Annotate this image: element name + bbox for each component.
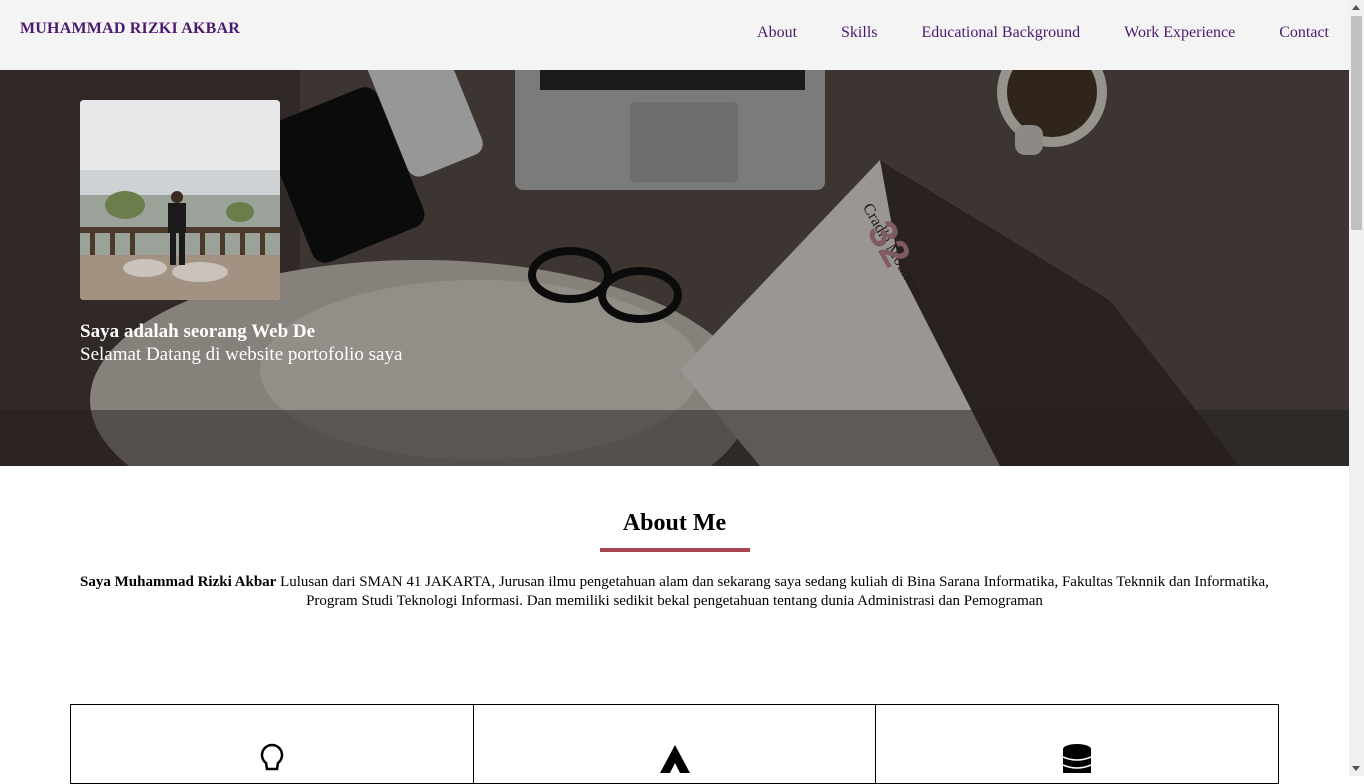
navbar: MUHAMMAD RIZKI AKBAR About Skills Educat…: [0, 0, 1349, 70]
skill-card: [472, 704, 876, 784]
triangle-logo-icon: [658, 743, 692, 777]
nav-link-skills[interactable]: Skills: [841, 24, 877, 42]
skills-cards: [70, 704, 1280, 784]
database-icon: [1062, 743, 1092, 777]
skill-card: [875, 704, 1280, 784]
profile-photo: [80, 100, 280, 300]
page-scrollbar[interactable]: [1349, 0, 1364, 776]
about-heading-underline: [600, 548, 750, 552]
nav-link-work-experience[interactable]: Work Experience: [1124, 24, 1235, 42]
brand-logo[interactable]: MUHAMMAD RIZKI AKBAR: [20, 20, 240, 38]
hero-title: Saya adalah seorang Web De: [80, 321, 316, 342]
skill-card: [70, 704, 473, 784]
about-heading: About Me: [622, 510, 727, 536]
lightbulb-icon: [259, 743, 285, 777]
nav-link-contact[interactable]: Contact: [1279, 24, 1329, 42]
scroll-down-arrow-icon[interactable]: [1352, 766, 1360, 771]
about-body: Lulusan dari SMAN 41 JAKARTA, Jurusan il…: [276, 574, 1269, 609]
scroll-thumb[interactable]: [1351, 16, 1362, 230]
hero-subtitle: Selamat Datang di website portofolio say…: [80, 344, 403, 365]
scroll-up-arrow-icon[interactable]: [1352, 5, 1360, 10]
nav-link-about[interactable]: About: [757, 24, 797, 42]
nav-link-education[interactable]: Educational Background: [922, 24, 1081, 42]
about-text: Saya Muhammad Rizki Akbar Lulusan dari S…: [70, 573, 1279, 611]
about-name: Saya Muhammad Rizki Akbar: [80, 574, 277, 590]
nav-links: About Skills Educational Background Work…: [757, 24, 1329, 42]
hero-section: Cradle Mountain 32 Saya adalah seorang W…: [0, 70, 1349, 466]
